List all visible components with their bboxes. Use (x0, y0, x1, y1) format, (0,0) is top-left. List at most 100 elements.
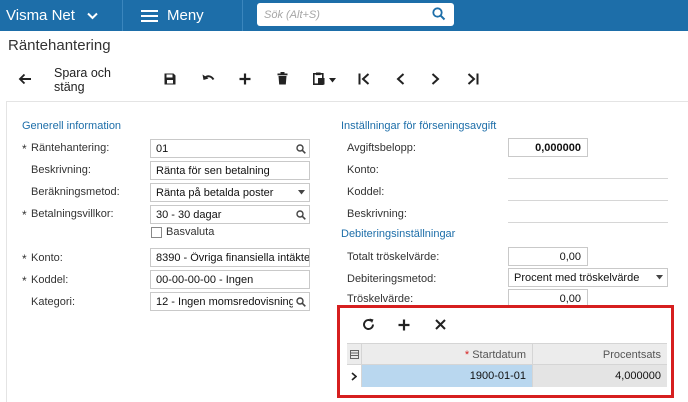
konto-value: 8390 - Övriga finansiella intäkter (156, 251, 309, 264)
top-bar: Visma Net Meny (0, 0, 688, 31)
fee-konto-label: Konto: (347, 164, 379, 176)
next-record-button[interactable] (423, 62, 447, 98)
column-header-procentsats[interactable]: Procentsats (533, 344, 667, 365)
kategori-field[interactable]: 12 - Ingen momsredovisning (150, 292, 310, 311)
first-record-button[interactable] (352, 62, 376, 98)
column-settings-icon[interactable] (347, 344, 362, 365)
delete-button[interactable] (270, 62, 294, 98)
debit-section-title: Debiteringsinställningar (341, 228, 456, 240)
avgiftsbelopp-label: Avgiftsbelopp: (347, 142, 416, 154)
column-header-startdatum[interactable]: * Startdatum (362, 344, 533, 365)
startdatum-cell[interactable]: 1900-01-01 (362, 365, 533, 387)
koddel-field[interactable]: 00-00-00-00 - Ingen (150, 270, 310, 289)
betalningsvillkor-field[interactable]: 30 - 30 dagar (150, 205, 310, 224)
required-marker: * (22, 142, 27, 156)
konto-label: Konto: (31, 252, 63, 264)
berakningsmetod-value: Ränta på betalda poster (156, 186, 274, 199)
totalt-troskelvarde-label: Totalt tröskelvärde: (347, 251, 440, 263)
trash-icon (277, 72, 288, 88)
menu-label: Meny (167, 7, 204, 24)
next-icon (431, 72, 440, 88)
totalt-troskelvarde-field[interactable]: 0,00 (508, 247, 588, 266)
page-title: Räntehantering (8, 37, 111, 54)
required-marker: * (464, 348, 470, 361)
save-button[interactable] (158, 62, 182, 98)
kategori-label: Kategori: (31, 296, 76, 308)
table-row[interactable]: 1900-01-01 4,000000 (347, 365, 667, 387)
fee-beskrivning-field[interactable] (508, 222, 668, 223)
berakningsmetod-label: Beräkningsmetod: (31, 186, 120, 198)
clipboard-dropdown-button[interactable] (308, 62, 340, 98)
refresh-icon (362, 318, 375, 334)
add-row-button[interactable] (386, 311, 422, 341)
undo-button[interactable] (196, 62, 220, 98)
grid-header: * Startdatum Procentsats (347, 343, 667, 365)
delete-row-button[interactable] (422, 311, 458, 341)
debiteringsmetod-value: Procent med tröskelvärde (514, 271, 640, 284)
avgiftsbelopp-field[interactable]: 0,000000 (508, 138, 588, 157)
search-icon[interactable] (293, 206, 309, 223)
add-button[interactable] (233, 62, 257, 98)
menu-button[interactable]: Meny (123, 0, 243, 31)
troskelvarde-label: Tröskelvärde: (347, 293, 414, 305)
chevron-down-icon (293, 184, 309, 201)
clipboard-icon (312, 72, 325, 88)
search-box (257, 3, 454, 26)
fee-beskrivning-label: Beskrivning: (347, 208, 407, 220)
koddel-value: 00-00-00-00 - Ingen (156, 273, 254, 286)
rate-grid-panel: * Startdatum Procentsats 1900-01-01 4,00… (337, 305, 674, 398)
last-page-icon (467, 72, 479, 88)
betalningsvillkor-value: 30 - 30 dagar (156, 208, 222, 221)
search-input[interactable] (264, 8, 424, 21)
beskrivning-value: Ränta för sen betalning (156, 164, 270, 177)
prev-icon (396, 72, 405, 88)
konto-field[interactable]: 8390 - Övriga finansiella intäkter (150, 248, 310, 267)
basvaluta-label: Basvaluta (166, 226, 215, 238)
general-section-title: Generell information (22, 120, 122, 132)
close-icon (434, 319, 446, 333)
search-icon[interactable] (293, 140, 309, 157)
chevron-down-icon (328, 77, 336, 83)
procentsats-cell[interactable]: 4,000000 (533, 365, 667, 387)
back-button[interactable] (12, 62, 38, 98)
fee-koddel-field[interactable] (508, 200, 668, 201)
chevron-down-icon (87, 12, 98, 20)
beskrivning-label: Beskrivning: (31, 164, 91, 176)
required-marker: * (22, 208, 27, 222)
plus-icon (398, 319, 410, 334)
undo-icon (202, 73, 215, 87)
required-marker: * (22, 252, 27, 266)
last-record-button[interactable] (461, 62, 485, 98)
search-icon[interactable] (432, 7, 446, 24)
save-icon (164, 73, 176, 88)
fee-konto-field[interactable] (508, 178, 668, 179)
required-marker: * (22, 274, 27, 288)
berakningsmetod-select[interactable]: Ränta på betalda poster (150, 183, 310, 202)
rantehantering-value: 01 (156, 142, 169, 155)
fee-section-title: Inställningar för förseningsavgift (341, 120, 497, 132)
search-icon[interactable] (293, 293, 309, 310)
debiteringsmetod-select[interactable]: Procent med tröskelvärde (508, 268, 668, 287)
plus-icon (239, 73, 251, 88)
kategori-value: 12 - Ingen momsredovisning (156, 295, 293, 308)
toolbar: Spara och stäng (0, 62, 688, 98)
rantehantering-field[interactable]: 01 (150, 139, 310, 158)
previous-record-button[interactable] (388, 62, 412, 98)
row-selector-icon[interactable] (347, 365, 362, 387)
brand-name: Visma Net (6, 7, 75, 24)
beskrivning-field[interactable]: Ränta för sen betalning (150, 161, 310, 180)
brand-switcher[interactable]: Visma Net (0, 0, 123, 31)
save-and-close-button[interactable]: Spara och stäng (54, 62, 144, 98)
startdatum-header-label: Startdatum (472, 348, 526, 361)
chevron-down-icon (651, 269, 667, 286)
grid-toolbar (350, 311, 458, 341)
rantehantering-label: Räntehantering: (31, 142, 110, 154)
debiteringsmetod-label: Debiteringsmetod: (347, 273, 437, 285)
back-arrow-icon (18, 73, 32, 88)
basvaluta-checkbox[interactable] (151, 227, 162, 238)
refresh-button[interactable] (350, 311, 386, 341)
betalningsvillkor-label: Betalningsvillkor: (31, 208, 114, 220)
fee-koddel-label: Koddel: (347, 186, 385, 198)
first-page-icon (358, 72, 370, 88)
rate-grid: * Startdatum Procentsats 1900-01-01 4,00… (347, 343, 667, 389)
